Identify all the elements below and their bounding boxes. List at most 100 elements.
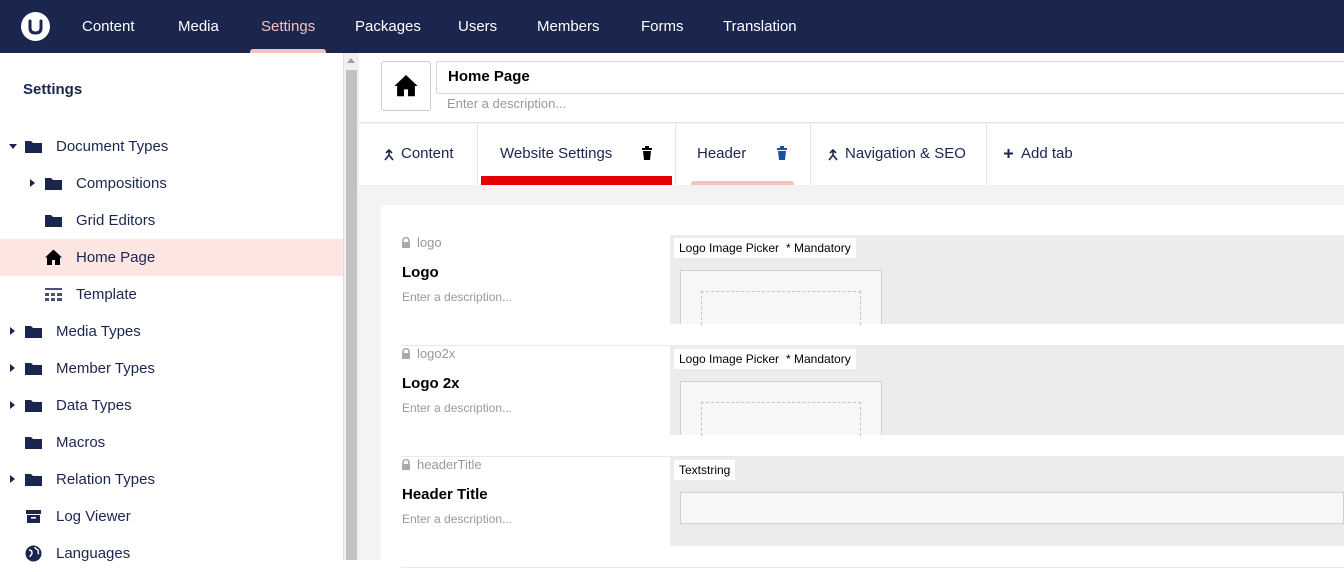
folder-icon bbox=[25, 437, 42, 449]
tree-item-label: Media Types bbox=[56, 323, 141, 340]
caret-right-icon[interactable] bbox=[10, 401, 15, 409]
tree-item-template[interactable]: Template bbox=[0, 276, 343, 313]
property-alias[interactable]: logo bbox=[401, 235, 442, 250]
folder-icon bbox=[25, 400, 42, 412]
caret-down-icon[interactable] bbox=[9, 144, 17, 149]
tab-add[interactable]: Add tab bbox=[987, 124, 1097, 185]
tree-item-compositions[interactable]: Compositions bbox=[0, 165, 343, 202]
tab-bar: Content Website Settings Header Navigati… bbox=[359, 124, 1344, 185]
umbraco-logo-icon[interactable] bbox=[21, 12, 50, 41]
nav-members[interactable]: Members bbox=[537, 0, 600, 53]
tab-website-settings[interactable]: Website Settings bbox=[478, 124, 676, 185]
main-panel: Home Page Enter a description... Content… bbox=[359, 53, 1344, 568]
folder-icon bbox=[45, 178, 62, 190]
nav-forms[interactable]: Forms bbox=[641, 0, 684, 53]
lock-icon[interactable] bbox=[401, 458, 411, 471]
property-editor-preview[interactable]: Logo Image Picker * Mandatory bbox=[670, 235, 1344, 325]
folder-icon bbox=[45, 215, 62, 227]
tree-item-macros[interactable]: Macros bbox=[0, 424, 343, 461]
tab-label: Content bbox=[401, 145, 454, 162]
sidebar-title: Settings bbox=[23, 81, 83, 98]
tree-item-grid-editors[interactable]: Grid Editors bbox=[0, 202, 343, 239]
tab-active-indicator bbox=[691, 181, 794, 185]
caret-right-icon[interactable] bbox=[10, 364, 15, 372]
tree-item-label: Languages bbox=[56, 545, 131, 562]
property-row: logo Logo Enter a description... Logo Im… bbox=[401, 235, 1344, 346]
tree-item-languages[interactable]: Languages bbox=[0, 535, 343, 572]
tree-item-label: Grid Editors bbox=[76, 212, 156, 229]
top-navigation-bar: Content Media Settings Packages Users Me… bbox=[0, 0, 1344, 53]
tab-label: Website Settings bbox=[500, 145, 613, 162]
tree-item-label: Data Types bbox=[56, 397, 132, 414]
trash-icon[interactable] bbox=[641, 146, 653, 160]
editor-type-tag: Logo Image Picker bbox=[674, 349, 785, 369]
tree-item-label: Template bbox=[76, 286, 137, 303]
tree-item-data-types[interactable]: Data Types bbox=[0, 387, 343, 424]
mandatory-tag: * Mandatory bbox=[781, 349, 856, 369]
tab-content[interactable]: Content bbox=[359, 124, 478, 185]
tree-item-media-types[interactable]: Media Types bbox=[0, 313, 343, 350]
property-alias-text: headerTitle bbox=[417, 457, 482, 472]
folder-icon bbox=[25, 474, 42, 486]
tree-item-label: Member Types bbox=[56, 360, 155, 377]
property-label[interactable]: Header Title bbox=[402, 486, 488, 503]
property-editor-preview[interactable]: Logo Image Picker * Mandatory bbox=[670, 346, 1344, 436]
editor-type-tag: Logo Image Picker bbox=[674, 238, 785, 258]
plus-icon[interactable] bbox=[1003, 148, 1014, 159]
property-alias-text: logo bbox=[417, 235, 442, 250]
home-icon bbox=[394, 75, 418, 97]
sort-icon[interactable] bbox=[383, 149, 395, 161]
document-type-name-input[interactable]: Home Page bbox=[436, 61, 1344, 94]
document-type-description-input[interactable]: Enter a description... bbox=[447, 96, 566, 111]
property-row: logo2x Logo 2x Enter a description... Lo… bbox=[401, 346, 1344, 457]
document-type-icon-picker[interactable] bbox=[381, 61, 431, 111]
property-label[interactable]: Logo bbox=[402, 264, 439, 281]
textstring-preview bbox=[680, 492, 1344, 524]
image-picker-dropzone bbox=[701, 291, 861, 325]
tree-item-member-types[interactable]: Member Types bbox=[0, 350, 343, 387]
trash-icon[interactable] bbox=[776, 146, 788, 160]
image-picker-dropzone bbox=[701, 402, 861, 436]
scroll-thumb[interactable] bbox=[346, 70, 357, 560]
tab-label: Header bbox=[697, 145, 747, 162]
nav-users[interactable]: Users bbox=[458, 0, 497, 53]
tree-item-home-page[interactable]: Home Page bbox=[0, 239, 343, 276]
nav-content[interactable]: Content bbox=[82, 0, 135, 53]
lock-icon[interactable] bbox=[401, 347, 411, 360]
property-description[interactable]: Enter a description... bbox=[402, 401, 512, 415]
properties-card: logo Logo Enter a description... Logo Im… bbox=[381, 205, 1344, 568]
tree-item-document-types[interactable]: Document Types bbox=[0, 128, 343, 165]
sidebar-scrollbar[interactable] bbox=[344, 53, 359, 560]
caret-right-icon[interactable] bbox=[30, 179, 35, 187]
property-description[interactable]: Enter a description... bbox=[402, 290, 512, 304]
property-alias[interactable]: logo2x bbox=[401, 346, 455, 361]
sort-icon[interactable] bbox=[827, 149, 839, 161]
tab-navigation-seo[interactable]: Navigation & SEO bbox=[811, 124, 987, 185]
nav-translation[interactable]: Translation bbox=[723, 0, 797, 53]
tab-label: Navigation & SEO bbox=[845, 145, 966, 162]
caret-right-icon[interactable] bbox=[10, 475, 15, 483]
property-editor-preview[interactable]: Textstring bbox=[670, 457, 1344, 546]
folder-icon bbox=[25, 363, 42, 375]
image-picker-preview bbox=[680, 381, 882, 436]
property-description[interactable]: Enter a description... bbox=[402, 512, 512, 526]
editor-header: Home Page Enter a description... bbox=[359, 53, 1344, 123]
tab-error-indicator bbox=[481, 176, 672, 185]
lock-icon[interactable] bbox=[401, 236, 411, 249]
folder-icon bbox=[25, 141, 42, 153]
nav-media[interactable]: Media bbox=[178, 0, 219, 53]
mandatory-tag: * Mandatory bbox=[781, 238, 856, 258]
property-label[interactable]: Logo 2x bbox=[402, 375, 460, 392]
scroll-up-arrow-icon[interactable] bbox=[347, 58, 355, 63]
property-alias[interactable]: headerTitle bbox=[401, 457, 482, 472]
caret-right-icon[interactable] bbox=[10, 327, 15, 335]
tree-item-label: Macros bbox=[56, 434, 106, 451]
nav-settings[interactable]: Settings bbox=[249, 0, 327, 53]
image-picker-preview bbox=[680, 270, 882, 325]
tree-item-relation-types[interactable]: Relation Types bbox=[0, 461, 343, 498]
home-icon bbox=[45, 249, 62, 265]
tree-item-log-viewer[interactable]: Log Viewer bbox=[0, 498, 343, 535]
tree-item-label: Relation Types bbox=[56, 471, 155, 488]
tab-header[interactable]: Header bbox=[676, 124, 811, 185]
nav-packages[interactable]: Packages bbox=[355, 0, 421, 53]
